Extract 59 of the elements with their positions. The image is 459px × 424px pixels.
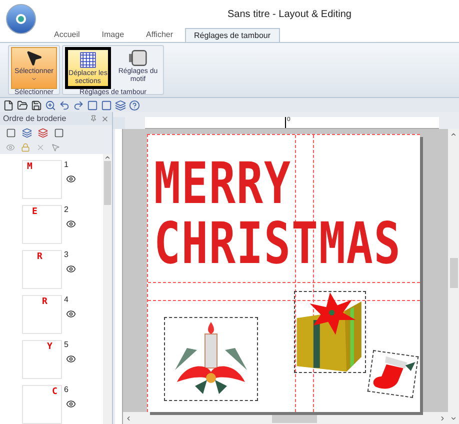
item-number: 6 (64, 385, 70, 395)
ribbon-tab[interactable]: Réglages de tambour (185, 28, 280, 42)
scroll-left-icon[interactable] (125, 414, 132, 422)
thumbnail-letter: M (27, 163, 32, 172)
eye-icon[interactable] (66, 309, 76, 319)
thumbnail[interactable]: M (22, 160, 62, 199)
toolbar-icon[interactable] (129, 100, 140, 110)
toolbar-icon[interactable] (115, 100, 126, 110)
square-icon[interactable] (54, 128, 64, 138)
eye-icon[interactable] (66, 219, 76, 229)
layers-icon[interactable] (22, 128, 32, 138)
scrollbar-thumb[interactable] (104, 161, 111, 205)
scrollbar[interactable] (103, 154, 112, 424)
scrollbar[interactable] (448, 129, 459, 424)
thumbnail-letter: Y (47, 343, 52, 352)
grid-icon (79, 51, 97, 69)
frame-icon[interactable] (6, 128, 16, 138)
scroll-down-icon[interactable] (450, 415, 457, 422)
item-number: 4 (64, 295, 70, 305)
window-title: Sans titre - Layout & Editing (228, 8, 352, 22)
eye-icon[interactable] (66, 264, 76, 274)
item-number: 2 (64, 205, 70, 215)
item-number: 5 (64, 340, 70, 350)
pin-icon[interactable] (90, 115, 97, 122)
eye-icon[interactable] (66, 399, 76, 409)
toolbar-icon[interactable] (17, 100, 28, 110)
thumbnail[interactable]: R (22, 295, 62, 334)
scroll-right-icon[interactable] (439, 414, 446, 422)
toolbar-icon[interactable] (101, 100, 112, 110)
ribbon-tab[interactable]: Accueil (44, 28, 90, 42)
toolbar-icon[interactable] (73, 100, 84, 110)
selection-frame[interactable] (367, 350, 419, 398)
toolbar-icon[interactable] (31, 100, 42, 110)
thumbnail[interactable]: Y (22, 340, 62, 379)
panel-title: Ordre de broderie (3, 112, 68, 124)
ribbon-tab[interactable]: Image (92, 28, 134, 42)
toolbar-icon[interactable] (3, 100, 14, 110)
toolbar-icon[interactable] (45, 100, 56, 110)
close-icon[interactable] (101, 114, 109, 122)
ribbon-tab[interactable]: Afficher (136, 28, 184, 42)
thumbnail-letter: C (52, 388, 58, 397)
thumbnail[interactable]: E (22, 205, 62, 244)
thumbnail-letter: R (37, 253, 42, 262)
pointer-icon (25, 49, 43, 67)
scroll-up-icon[interactable] (450, 131, 457, 138)
toolbar-icon[interactable] (59, 100, 70, 110)
thumbnail-letter: R (42, 298, 48, 307)
thumbnail[interactable]: C (22, 385, 62, 424)
color-order-icon[interactable] (38, 128, 48, 138)
eye-icon[interactable] (66, 354, 76, 364)
eye-icon[interactable] (66, 174, 76, 184)
scroll-up-icon[interactable] (104, 154, 111, 161)
thumbnail-letter: E (32, 208, 38, 217)
hoop-icon (128, 49, 148, 67)
thumbnail[interactable]: R (22, 250, 62, 289)
scrollbar-thumb[interactable] (450, 258, 458, 288)
item-number: 1 (64, 160, 70, 170)
toolbar-icon[interactable] (87, 100, 98, 110)
item-number: 3 (64, 250, 70, 260)
